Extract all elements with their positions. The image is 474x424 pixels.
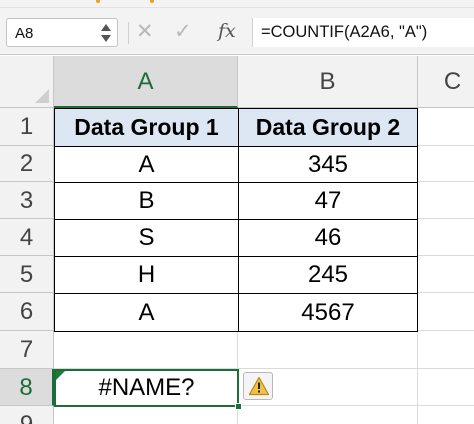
- cell-c4[interactable]: [418, 219, 474, 256]
- row-header-8[interactable]: 8: [0, 369, 54, 406]
- title-strip: [0, 0, 474, 8]
- row-header-5[interactable]: 5: [0, 256, 54, 293]
- table-cell[interactable]: A: [54, 146, 239, 183]
- cell-error-value: #NAME?: [98, 374, 195, 401]
- column-header-c[interactable]: C: [418, 56, 474, 108]
- cell-c1[interactable]: [418, 108, 474, 146]
- table-cell[interactable]: B: [54, 182, 239, 220]
- cell-c7[interactable]: [418, 331, 474, 369]
- table-cell[interactable]: 4567: [238, 293, 418, 332]
- fill-handle[interactable]: [235, 403, 242, 410]
- cell-a7[interactable]: [54, 331, 238, 369]
- row-header-7[interactable]: 7: [0, 331, 54, 369]
- formula-bar-divider: [128, 22, 129, 44]
- table-cell[interactable]: A: [54, 293, 239, 332]
- row-header-2[interactable]: 2: [0, 146, 54, 182]
- row-header-6[interactable]: 6: [0, 293, 54, 331]
- name-box-value: A8: [15, 25, 34, 42]
- row-header-1[interactable]: 1: [0, 108, 54, 146]
- table-cell[interactable]: 245: [238, 256, 418, 294]
- name-box[interactable]: A8: [6, 18, 118, 47]
- table-cell[interactable]: 345: [238, 146, 418, 183]
- cell-a9[interactable]: [54, 406, 238, 424]
- table-cell[interactable]: 46: [238, 219, 418, 257]
- table-cell[interactable]: H: [54, 256, 239, 294]
- column-header-a[interactable]: A: [54, 56, 238, 108]
- column-header-b[interactable]: B: [238, 56, 418, 108]
- stepper-arrows-icon[interactable]: [101, 23, 111, 43]
- table-header-cell[interactable]: Data Group 1: [54, 108, 239, 147]
- table-cell[interactable]: 47: [238, 182, 418, 220]
- warning-triangle-icon: [248, 376, 270, 396]
- cell-c9[interactable]: [418, 406, 474, 424]
- row-header-3[interactable]: 3: [0, 182, 54, 219]
- error-warning-button[interactable]: [243, 372, 273, 400]
- table-cell[interactable]: S: [54, 219, 239, 257]
- row-header-9[interactable]: 9: [0, 406, 54, 424]
- formula-text: =COUNTIF(A2A6, "A"): [261, 23, 428, 41]
- checkmark-icon[interactable]: ✓: [174, 19, 192, 45]
- cell-b9[interactable]: [238, 406, 418, 424]
- cell-b7[interactable]: [238, 331, 418, 369]
- cell-c2[interactable]: [418, 146, 474, 182]
- active-cell-a8[interactable]: #NAME?: [54, 369, 239, 407]
- table-header-cell[interactable]: Data Group 2: [238, 108, 418, 147]
- cell-c3[interactable]: [418, 182, 474, 219]
- formula-input[interactable]: =COUNTIF(A2A6, "A"): [252, 18, 474, 47]
- cell-c8[interactable]: [418, 369, 474, 406]
- toolbar-marker: [96, 0, 100, 3]
- cell-c6[interactable]: [418, 293, 474, 331]
- cell-c5[interactable]: [418, 256, 474, 293]
- toolbar-marker: [150, 0, 154, 3]
- cancel-x-icon[interactable]: ✕: [136, 19, 154, 45]
- function-icon[interactable]: fx: [218, 20, 236, 42]
- spreadsheet-grid: A B C 1 2 3 4 5 6 7 8 9 Data Group 1 Dat…: [0, 56, 474, 424]
- row-header-4[interactable]: 4: [0, 219, 54, 256]
- error-indicator-icon: [56, 371, 65, 380]
- formula-bar: A8 ✕ ✓ fx =COUNTIF(A2A6, "A"): [0, 8, 474, 55]
- select-all-corner[interactable]: [0, 56, 54, 108]
